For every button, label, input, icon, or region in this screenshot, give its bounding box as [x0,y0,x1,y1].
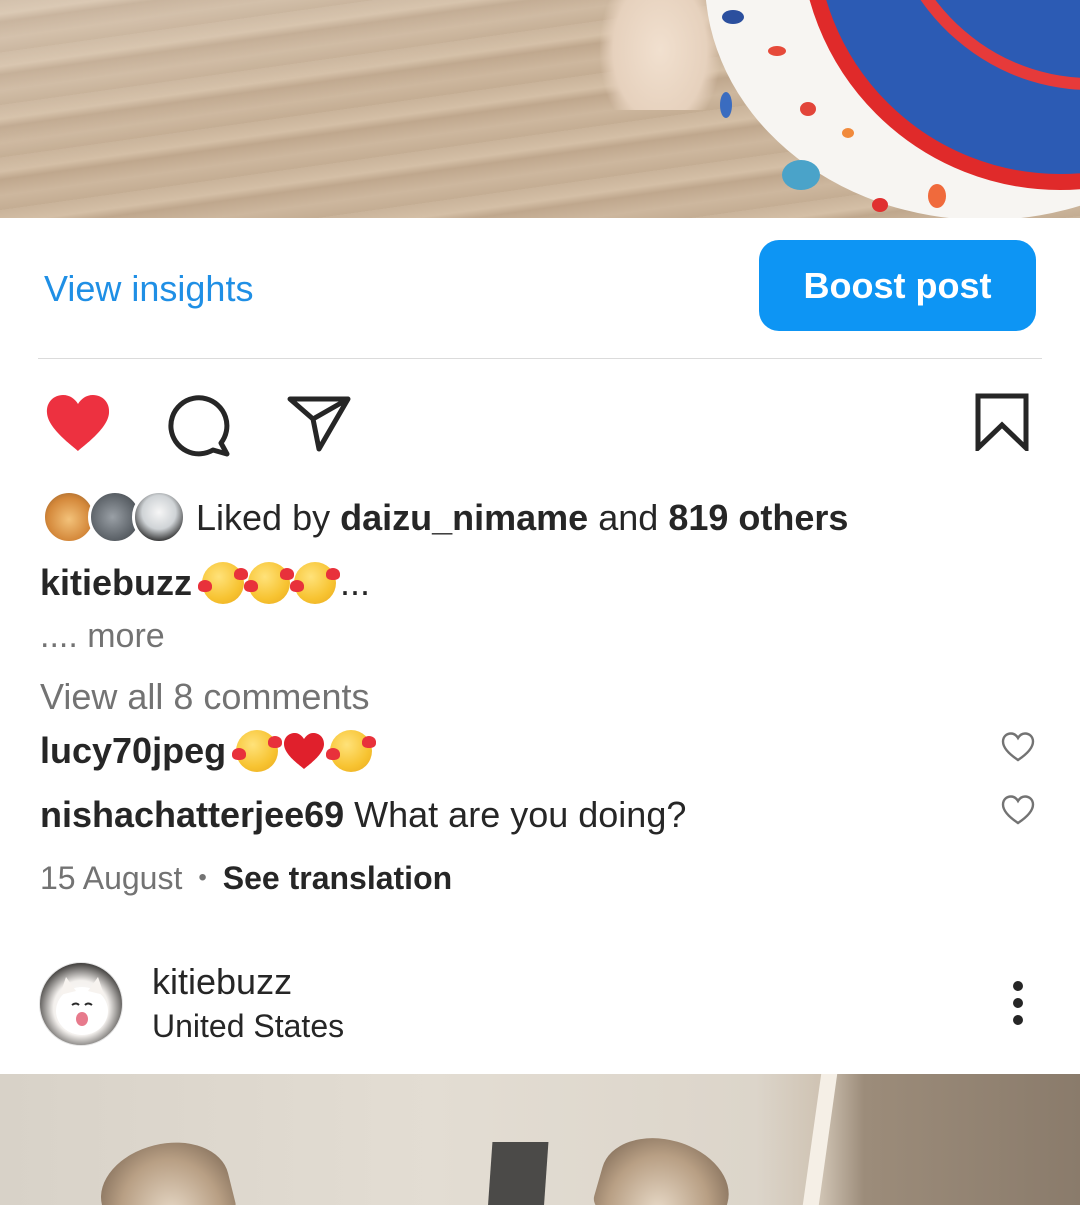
bookmark-icon[interactable] [974,393,1030,451]
avatar [132,490,186,544]
background-pole [802,1074,838,1205]
view-all-comments-link[interactable]: View all 8 comments [40,674,369,720]
comment-like-heart-icon[interactable] [1001,794,1035,826]
bed-pattern [722,10,744,24]
likes-summary[interactable]: Liked by daizu_nimame and 819 others [196,496,848,540]
likes-joiner: and [598,497,659,538]
separator-dot: • [198,864,207,891]
post-date: 15 August [40,860,183,896]
boost-post-button[interactable]: Boost post [759,240,1036,331]
avatar[interactable] [39,962,123,1046]
red-heart-emoji [284,733,325,769]
share-icon[interactable] [286,393,352,453]
post-image-top[interactable] [0,0,1080,218]
background-object [487,1142,549,1205]
comment-text: What are you doing? [354,794,687,835]
liker-username[interactable]: daizu_nimame [340,497,588,538]
bed-pattern [800,102,816,116]
bed-pattern [928,184,946,208]
smiling-face-with-hearts-emoji [326,730,377,772]
post-author-username[interactable]: kitiebuzz [152,960,292,1004]
see-translation-link[interactable]: See translation [223,856,452,900]
cat-paw [600,0,720,110]
likes-prefix: Liked by [196,497,331,538]
heart-icon[interactable] [44,393,112,453]
caption-more-link[interactable]: .... more [40,614,165,658]
smiling-face-with-hearts-emoji [232,730,283,772]
comment-row: nishachatterjee69 What are you doing? [40,790,686,840]
caption: kitiebuzz ... [40,558,370,608]
comment-username[interactable]: lucy70jpeg [40,726,226,776]
cat-ear [91,1129,239,1205]
liker-avatars[interactable] [42,490,186,546]
comment-icon[interactable] [166,393,232,457]
caption-ellipsis: ... [340,562,371,603]
smiling-face-with-hearts-emoji [244,562,295,604]
post-location[interactable]: United States [152,1006,344,1046]
caption-username[interactable]: kitiebuzz [40,558,192,608]
likes-count[interactable]: 819 others [668,497,848,538]
smiling-face-with-hearts-emoji [198,562,249,604]
comment-row: lucy70jpeg [40,726,377,776]
divider [38,358,1042,359]
bed-pattern [872,198,888,212]
smiling-face-with-hearts-emoji [290,562,341,604]
bed-pattern [842,128,854,138]
more-options-icon[interactable] [1004,980,1032,1026]
comment-username[interactable]: nishachatterjee69 [40,790,344,840]
bed-pattern [782,160,820,190]
bed-pattern [720,92,732,118]
kitten-avatar-art [56,977,108,1035]
view-insights-link[interactable]: View insights [44,266,253,312]
comment-like-heart-icon[interactable] [1001,731,1035,763]
bed-pattern [768,46,786,56]
cat-ear [590,1123,740,1205]
post-image-bottom[interactable] [0,1074,1080,1205]
post-meta: 15 August • See translation [40,856,452,900]
